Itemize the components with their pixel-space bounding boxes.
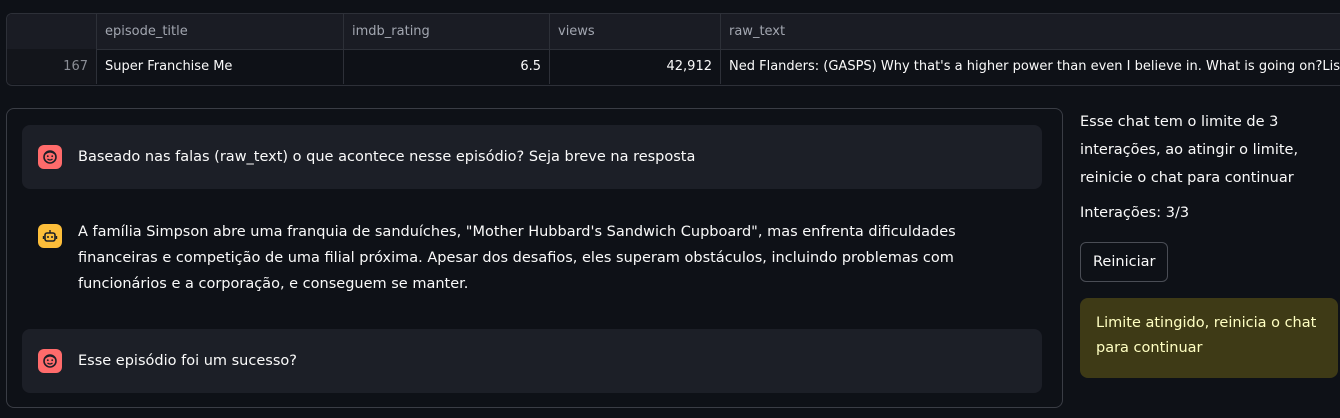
table-row[interactable]: 167 Super Franchise Me 6.5 42,912 Ned Fl…: [7, 49, 1340, 84]
cell-raw-text[interactable]: Ned Flanders: (GASPS) Why that's a highe…: [721, 49, 1340, 84]
chat-message-assistant: A família Simpson abre uma franquia de s…: [22, 207, 1042, 315]
message-text: Esse episódio foi um sucesso?: [78, 353, 297, 369]
header-imdb-rating[interactable]: imdb_rating: [344, 14, 550, 49]
table-header: episode_title imdb_rating views raw_text: [7, 14, 1340, 50]
header-episode-title[interactable]: episode_title: [97, 14, 344, 49]
header-index: [7, 14, 97, 49]
cell-episode-title[interactable]: Super Franchise Me: [97, 49, 344, 84]
message-text: Baseado nas falas (raw_text) o que acont…: [78, 149, 696, 165]
face-icon: [38, 145, 62, 169]
reset-button[interactable]: Reiniciar: [1080, 242, 1169, 282]
chat-message-user: Esse episódio foi um sucesso?: [22, 329, 1042, 393]
row-index: 167: [7, 49, 97, 84]
message-text: A família Simpson abre uma franquia de s…: [78, 224, 956, 292]
limit-info: Esse chat tem o limite de 3 interações, …: [1080, 114, 1299, 186]
limit-warning-alert: Limite atingido, reinicia o chat para co…: [1080, 298, 1338, 378]
chat-container: Baseado nas falas (raw_text) o que acont…: [6, 108, 1063, 408]
robot-icon: [38, 224, 62, 248]
dataframe[interactable]: episode_title imdb_rating views raw_text…: [6, 13, 1340, 86]
face-icon: [38, 349, 62, 373]
header-views[interactable]: views: [550, 14, 721, 49]
interaction-counter: Interações: 3/3: [1080, 205, 1190, 221]
chat-message-user: Baseado nas falas (raw_text) o que acont…: [22, 125, 1042, 189]
cell-imdb-rating[interactable]: 6.5: [344, 49, 550, 84]
cell-views[interactable]: 42,912: [550, 49, 721, 84]
header-raw-text[interactable]: raw_text: [721, 14, 1340, 49]
